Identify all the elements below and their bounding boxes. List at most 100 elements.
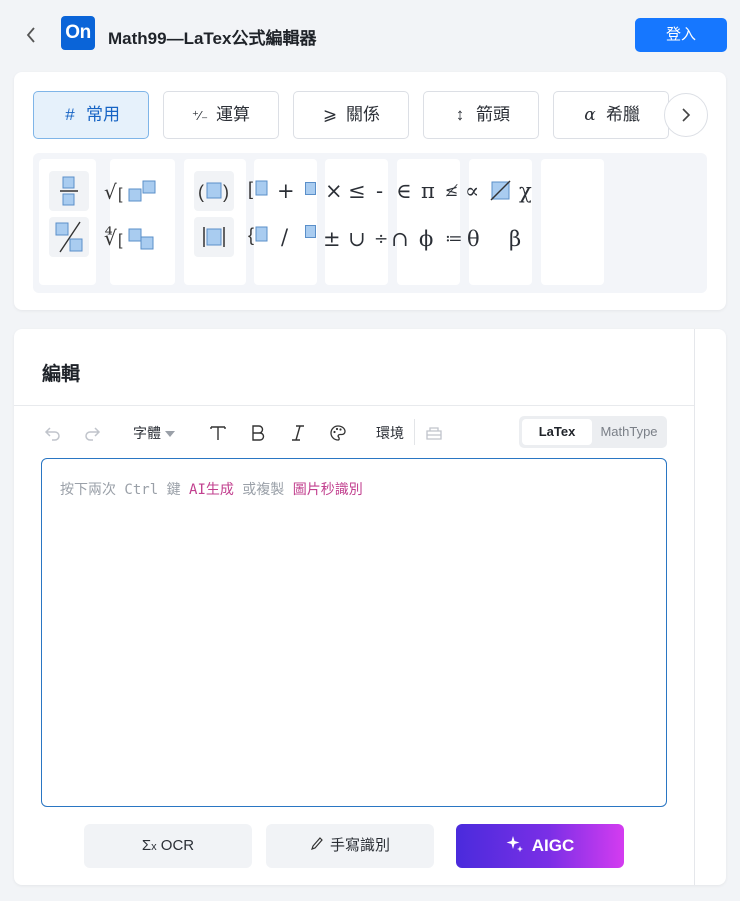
- plus-minus-icon: ⁺⁄₋: [192, 108, 208, 123]
- symbol-column-1: [325, 159, 388, 285]
- ocr-label: OCR: [160, 837, 195, 854]
- eraser-icon: [426, 427, 442, 440]
- symbol-theta[interactable]: θ: [467, 227, 480, 251]
- symbol-leq[interactable]: ≤: [348, 179, 366, 203]
- palette-icon: [330, 425, 346, 441]
- bold-icon: [252, 425, 265, 441]
- input-hint: 按下兩次 Ctrl 鍵 AI生成 或複製 圖片秒識別: [60, 479, 363, 499]
- font-label: 字體: [133, 425, 162, 441]
- cancel-template-icon[interactable]: [490, 180, 512, 202]
- redo-button[interactable]: [81, 421, 103, 445]
- color-button[interactable]: [326, 421, 350, 445]
- symbol-column-2: [397, 159, 460, 285]
- sparkle-icon: [506, 836, 523, 852]
- chevron-left-icon: [26, 27, 35, 43]
- tab-label: 關係: [346, 105, 380, 124]
- hash-icon: #: [65, 105, 75, 124]
- text-icon: [210, 426, 226, 440]
- alpha-icon: α: [584, 105, 596, 125]
- svg-text:[: [: [118, 232, 123, 249]
- template-column-roots: √[ ∜[: [104, 159, 175, 285]
- symbol-nleq[interactable]: ≰: [445, 179, 458, 203]
- abs-template-button[interactable]: [194, 217, 234, 257]
- handwrite-label: 手寫識別: [329, 837, 390, 854]
- italic-button[interactable]: [286, 421, 310, 445]
- placeholder-box: [305, 225, 316, 238]
- greater-equal-icon: ⩾: [322, 105, 338, 124]
- placeholder-box: [305, 182, 316, 195]
- parentheses-icon: (): [198, 182, 229, 202]
- symbol-coloneq[interactable]: ≔: [445, 227, 463, 251]
- editor-panel: 編輯 字體 環境 LaTex MathType 按下兩次 Ctrl 鍵 AI生成…: [14, 329, 726, 885]
- hint-ocr-link[interactable]: 圖片秒識別: [293, 482, 363, 498]
- symbol-cap[interactable]: ∩: [391, 227, 409, 251]
- symbol-plus[interactable]: +: [277, 179, 295, 203]
- sqrt-template-button[interactable]: √[: [102, 171, 156, 211]
- text-style-button[interactable]: [206, 421, 230, 445]
- up-down-arrow-icon: ↕: [455, 105, 465, 124]
- pen-icon: [311, 837, 323, 850]
- symbol-times[interactable]: ×: [325, 179, 343, 203]
- parentheses-template-button[interactable]: (): [194, 171, 234, 211]
- tab-greek[interactable]: α 希臘: [553, 91, 669, 139]
- tab-relations[interactable]: ⩾ 關係: [293, 91, 409, 139]
- ocr-button[interactable]: Σx OCR: [84, 824, 252, 868]
- symbol-div[interactable]: ÷: [374, 227, 388, 251]
- font-dropdown[interactable]: 字體: [129, 421, 179, 445]
- bold-button[interactable]: [246, 421, 270, 445]
- svg-text:[: [: [118, 186, 123, 203]
- fraction-icon: [60, 176, 78, 206]
- caret-down-icon: [164, 431, 175, 437]
- symbol-beta[interactable]: β: [509, 227, 521, 251]
- chevron-right-icon: [682, 108, 691, 122]
- svg-text:{: {: [248, 225, 254, 245]
- symbol-in[interactable]: ∈: [396, 179, 412, 203]
- editor-title: 編輯: [42, 364, 81, 385]
- tab-common[interactable]: # 常用: [33, 91, 149, 139]
- tab-label: 箭頭: [476, 105, 510, 124]
- absolute-value-icon: [203, 227, 225, 247]
- back-button[interactable]: [20, 22, 42, 48]
- mode-latex-button[interactable]: LaTex: [522, 419, 592, 445]
- slash-fraction-template-button[interactable]: [49, 217, 89, 257]
- hint-ai-link[interactable]: AI生成: [189, 482, 234, 498]
- symbol-cup[interactable]: ∪: [348, 227, 366, 251]
- symbol-pi[interactable]: π: [421, 179, 435, 203]
- symbol-chi[interactable]: χ: [519, 179, 532, 203]
- redo-icon: [85, 427, 101, 441]
- slash-fraction-icon: [55, 221, 83, 253]
- mode-toggle: LaTex MathType: [519, 416, 667, 448]
- symbol-phi[interactable]: ϕ: [419, 227, 433, 251]
- login-button[interactable]: 登入: [635, 18, 727, 52]
- header-divider: [14, 405, 694, 406]
- svg-text:∜: ∜: [104, 226, 117, 250]
- brace-template-icon[interactable]: {: [248, 219, 278, 249]
- nth-root-icon: ∜[: [104, 226, 154, 250]
- svg-text:[: [: [248, 179, 253, 199]
- hint-prefix: 按下兩次 Ctrl 鍵: [60, 482, 190, 498]
- app-title: Math99—LaTex公式編輯器: [108, 29, 317, 48]
- template-column-brackets: (): [184, 159, 246, 285]
- bracket-template-icon[interactable]: [: [248, 173, 278, 203]
- clear-button[interactable]: [422, 421, 446, 445]
- symbol-propto[interactable]: ∝: [465, 179, 479, 203]
- fraction-template-button[interactable]: [49, 171, 89, 211]
- symbol-plusminus[interactable]: ±: [323, 227, 341, 251]
- symbol-slash[interactable]: /: [281, 225, 288, 249]
- environment-button[interactable]: 環境: [374, 421, 406, 445]
- italic-icon: [292, 425, 304, 441]
- tab-scroll-right-button[interactable]: [664, 93, 708, 137]
- symbol-minus[interactable]: -: [376, 179, 383, 203]
- toolbar-divider: [414, 419, 415, 445]
- app-logo: On: [61, 16, 95, 50]
- tab-arrows[interactable]: ↕ 箭頭: [423, 91, 539, 139]
- handwrite-button[interactable]: 手寫識別: [266, 824, 434, 868]
- mode-mathtype-button[interactable]: MathType: [594, 419, 664, 445]
- tab-operations[interactable]: ⁺⁄₋ 運算: [163, 91, 279, 139]
- symbol-panel: # 常用 ⁺⁄₋ 運算 ⩾ 關係 ↕ 箭頭 α 希臘 √[ ∜[() [{…: [14, 72, 726, 310]
- aigc-button[interactable]: AIGC: [456, 824, 624, 868]
- formula-input[interactable]: 按下兩次 Ctrl 鍵 AI生成 或複製 圖片秒識別: [41, 458, 667, 807]
- sqrt-icon: √[: [104, 180, 156, 204]
- undo-button[interactable]: [42, 421, 64, 445]
- nth-root-template-button[interactable]: ∜[: [102, 217, 154, 257]
